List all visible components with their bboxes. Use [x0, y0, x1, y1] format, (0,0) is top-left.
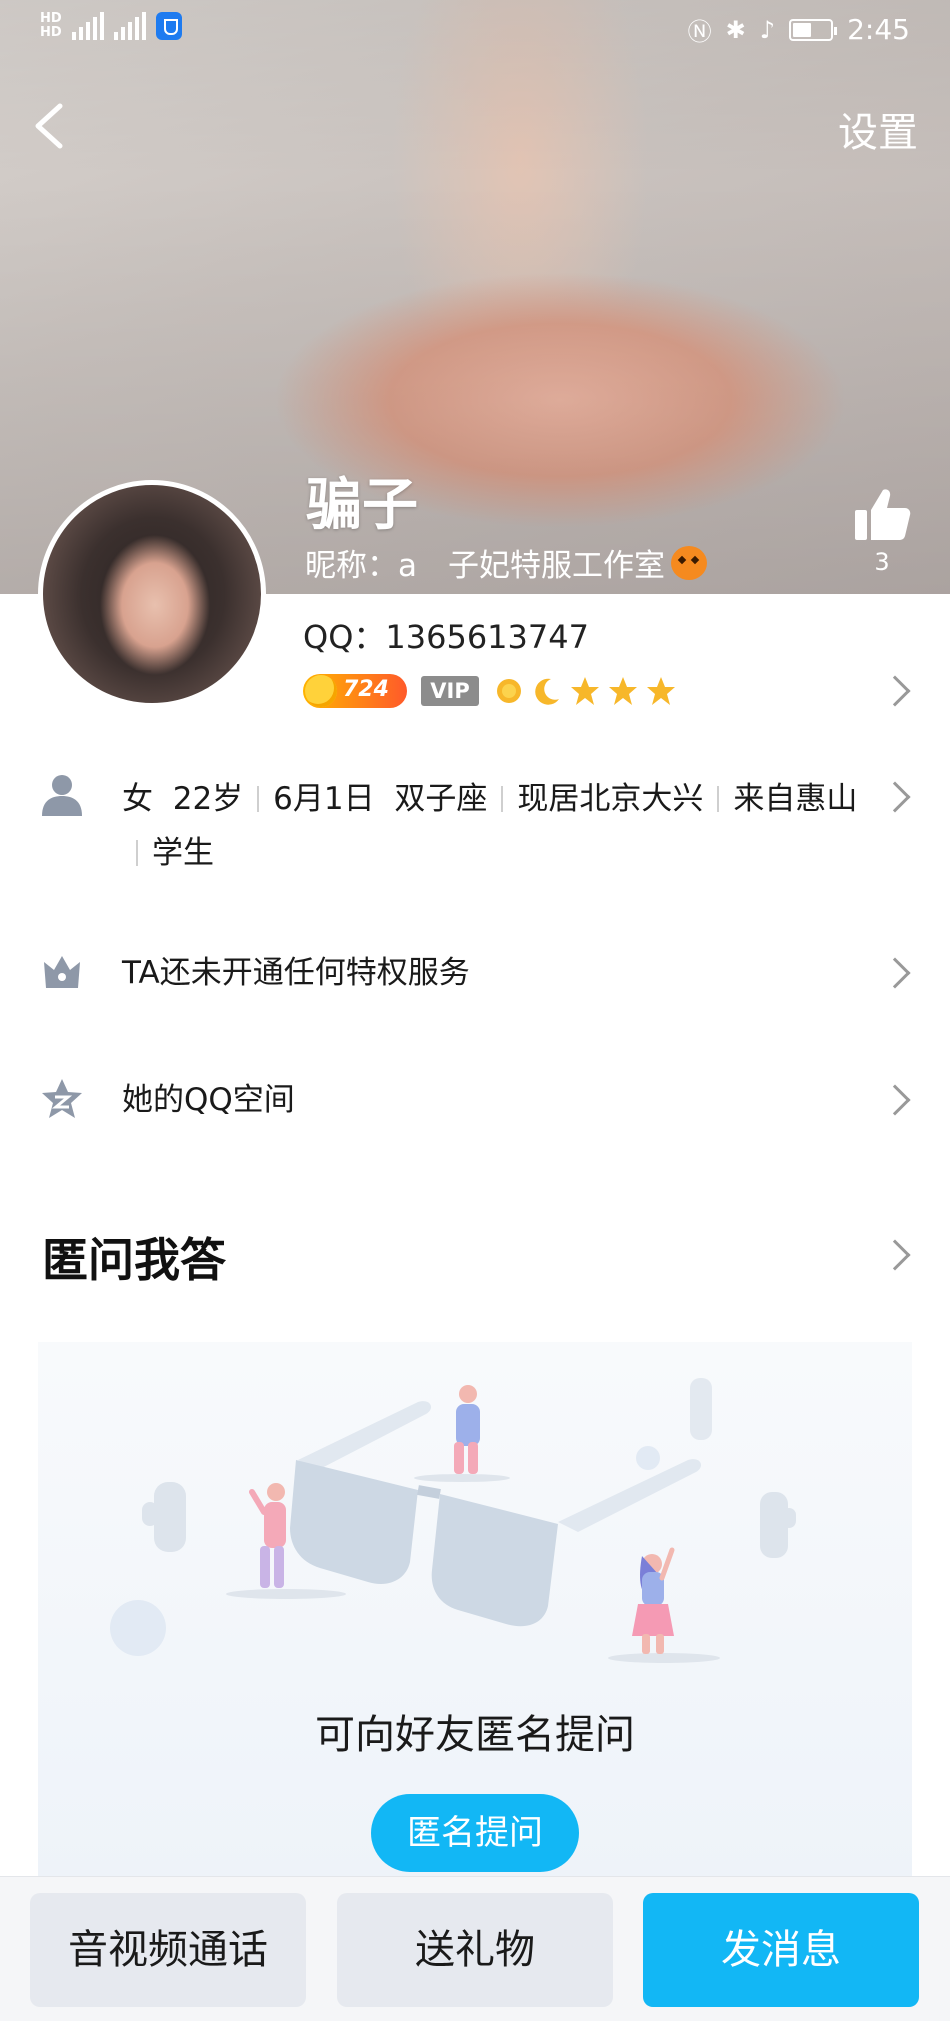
divider: [717, 786, 720, 812]
send-message-button[interactable]: 发消息: [643, 1893, 919, 2007]
send-gift-button[interactable]: 送礼物: [337, 1893, 613, 2007]
qzone-text: 她的QQ空间: [122, 1082, 295, 1118]
privilege-text: TA还未开通任何特权服务: [122, 955, 470, 991]
bottom-action-bar: 音视频通话 送礼物 发消息: [0, 1876, 950, 2021]
star-level-icon: [609, 677, 637, 705]
thumbs-up-icon: [855, 489, 911, 540]
settings-button[interactable]: 设置: [838, 100, 918, 158]
personal-info-text: 女 22岁 6月1日 双子座 现居北京大兴 来自惠山学生: [122, 772, 882, 880]
like-button[interactable]: 3: [850, 486, 914, 576]
nickname-line: 昵称：a 子妃特服工作室: [305, 540, 707, 585]
anonymous-qa-card: 可向好友匿名提问 匿名提问: [38, 1342, 912, 1882]
person-icon: [42, 775, 82, 816]
battery-icon: [789, 18, 838, 41]
avatar[interactable]: [38, 480, 266, 708]
qzone-row[interactable]: 她的QQ空间: [0, 1071, 950, 1131]
star-level-icon: [647, 677, 675, 705]
display-name: 骗子: [306, 473, 418, 538]
mute-bell-icon: ♪: [759, 15, 776, 44]
vip-badge: VIP: [421, 676, 479, 706]
pumpkin-emoji-icon: [671, 545, 707, 580]
status-bar: HD HD Ⓝ ✱ ♪ 2:45: [0, 10, 950, 54]
divider: [501, 786, 504, 812]
divider: [257, 786, 260, 812]
signal-5g-icon: [71, 12, 104, 40]
sun-icon: [305, 675, 337, 707]
sun-level-icon: [497, 679, 521, 703]
occupation: 学生: [152, 835, 214, 871]
level-icons: [493, 675, 677, 707]
qa-prompt: 可向好友匿名提问: [315, 1712, 635, 1758]
location: 现居北京大兴: [517, 781, 704, 817]
badge-row[interactable]: 724 VIP: [303, 674, 677, 708]
bluetooth-icon: ✱: [725, 15, 746, 44]
nickname-text: 昵称：a 子妃特服工作室: [305, 548, 665, 584]
crown-icon: [44, 956, 80, 988]
divider: [136, 840, 138, 866]
chevron-left-icon: [35, 103, 63, 149]
privilege-row[interactable]: TA还未开通任何特权服务: [0, 944, 950, 1004]
moon-level-icon: [535, 678, 559, 705]
personal-info-row[interactable]: 女 22岁 6月1日 双子座 现居北京大兴 来自惠山学生: [0, 770, 950, 880]
chevron-right-icon: [879, 1084, 911, 1116]
chevron-right-icon: [879, 675, 911, 707]
hd-indicator: HD HD: [40, 11, 62, 40]
zodiac: 双子座: [394, 781, 488, 817]
gender: 女: [122, 781, 153, 817]
chevron-right-icon: [879, 781, 911, 813]
anonymous-qa-title: 匿问我答: [42, 1233, 226, 1287]
level-value: 724: [343, 677, 389, 702]
qq-number: QQ：1365613747: [303, 618, 589, 656]
clock: 2:45: [847, 13, 910, 46]
anonymous-ask-button[interactable]: 匿名提问: [371, 1794, 579, 1872]
age: 22岁: [172, 781, 244, 817]
security-shield-icon: [155, 12, 182, 40]
like-count: 3: [874, 548, 890, 576]
back-button[interactable]: [26, 96, 70, 156]
level-badge: 724: [303, 674, 407, 708]
nfc-icon: Ⓝ: [687, 18, 712, 46]
star-level-icon: [571, 677, 599, 705]
birthday: 6月1日: [273, 781, 375, 817]
chevron-right-icon: [879, 957, 911, 989]
video-call-button[interactable]: 音视频通话: [30, 1893, 306, 2007]
qzone-star-icon: [42, 1079, 82, 1118]
signal-4g-icon: [113, 12, 146, 40]
sunglasses-illustration: [110, 1378, 796, 1663]
chevron-right-icon[interactable]: [879, 1239, 911, 1271]
hometown: 来自惠山: [733, 781, 858, 817]
